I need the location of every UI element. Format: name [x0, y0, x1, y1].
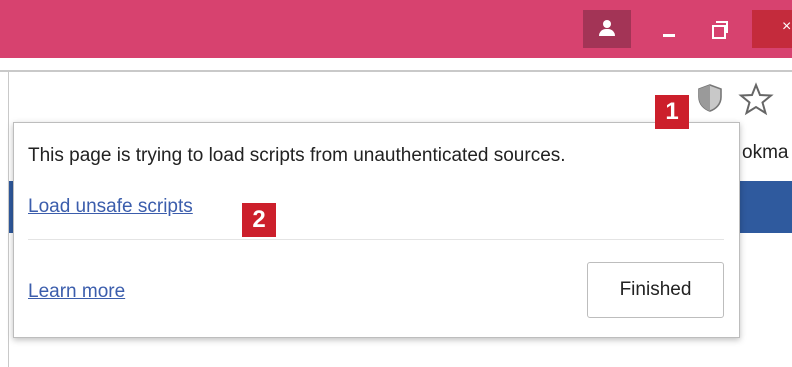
close-button[interactable]: × — [752, 10, 792, 48]
restore-icon — [712, 25, 726, 39]
finished-button[interactable]: Finished — [587, 262, 724, 318]
toolbar-divider — [0, 70, 792, 72]
popup-divider — [28, 239, 724, 240]
profile-button[interactable] — [583, 10, 631, 48]
mixed-content-popup: This page is trying to load scripts from… — [13, 122, 740, 338]
learn-more-link[interactable]: Learn more — [28, 281, 125, 303]
callout-badge-2: 2 — [242, 203, 276, 237]
bookmarks-bar-partial-label[interactable]: okma — [742, 142, 788, 164]
browser-titlebar: × — [0, 0, 792, 58]
person-icon-body — [599, 29, 615, 36]
callout-badge-1: 1 — [655, 95, 689, 129]
close-icon: × — [782, 18, 792, 35]
load-unsafe-scripts-link[interactable]: Load unsafe scripts — [28, 196, 193, 218]
shield-icon[interactable] — [694, 82, 726, 114]
popup-message: This page is trying to load scripts from… — [28, 145, 566, 166]
person-icon-head — [603, 20, 611, 28]
restore-button[interactable] — [698, 10, 740, 48]
star-icon[interactable] — [738, 82, 774, 116]
minimize-icon — [663, 34, 675, 37]
minimize-button[interactable] — [648, 10, 690, 48]
page-header-strip — [740, 181, 792, 233]
